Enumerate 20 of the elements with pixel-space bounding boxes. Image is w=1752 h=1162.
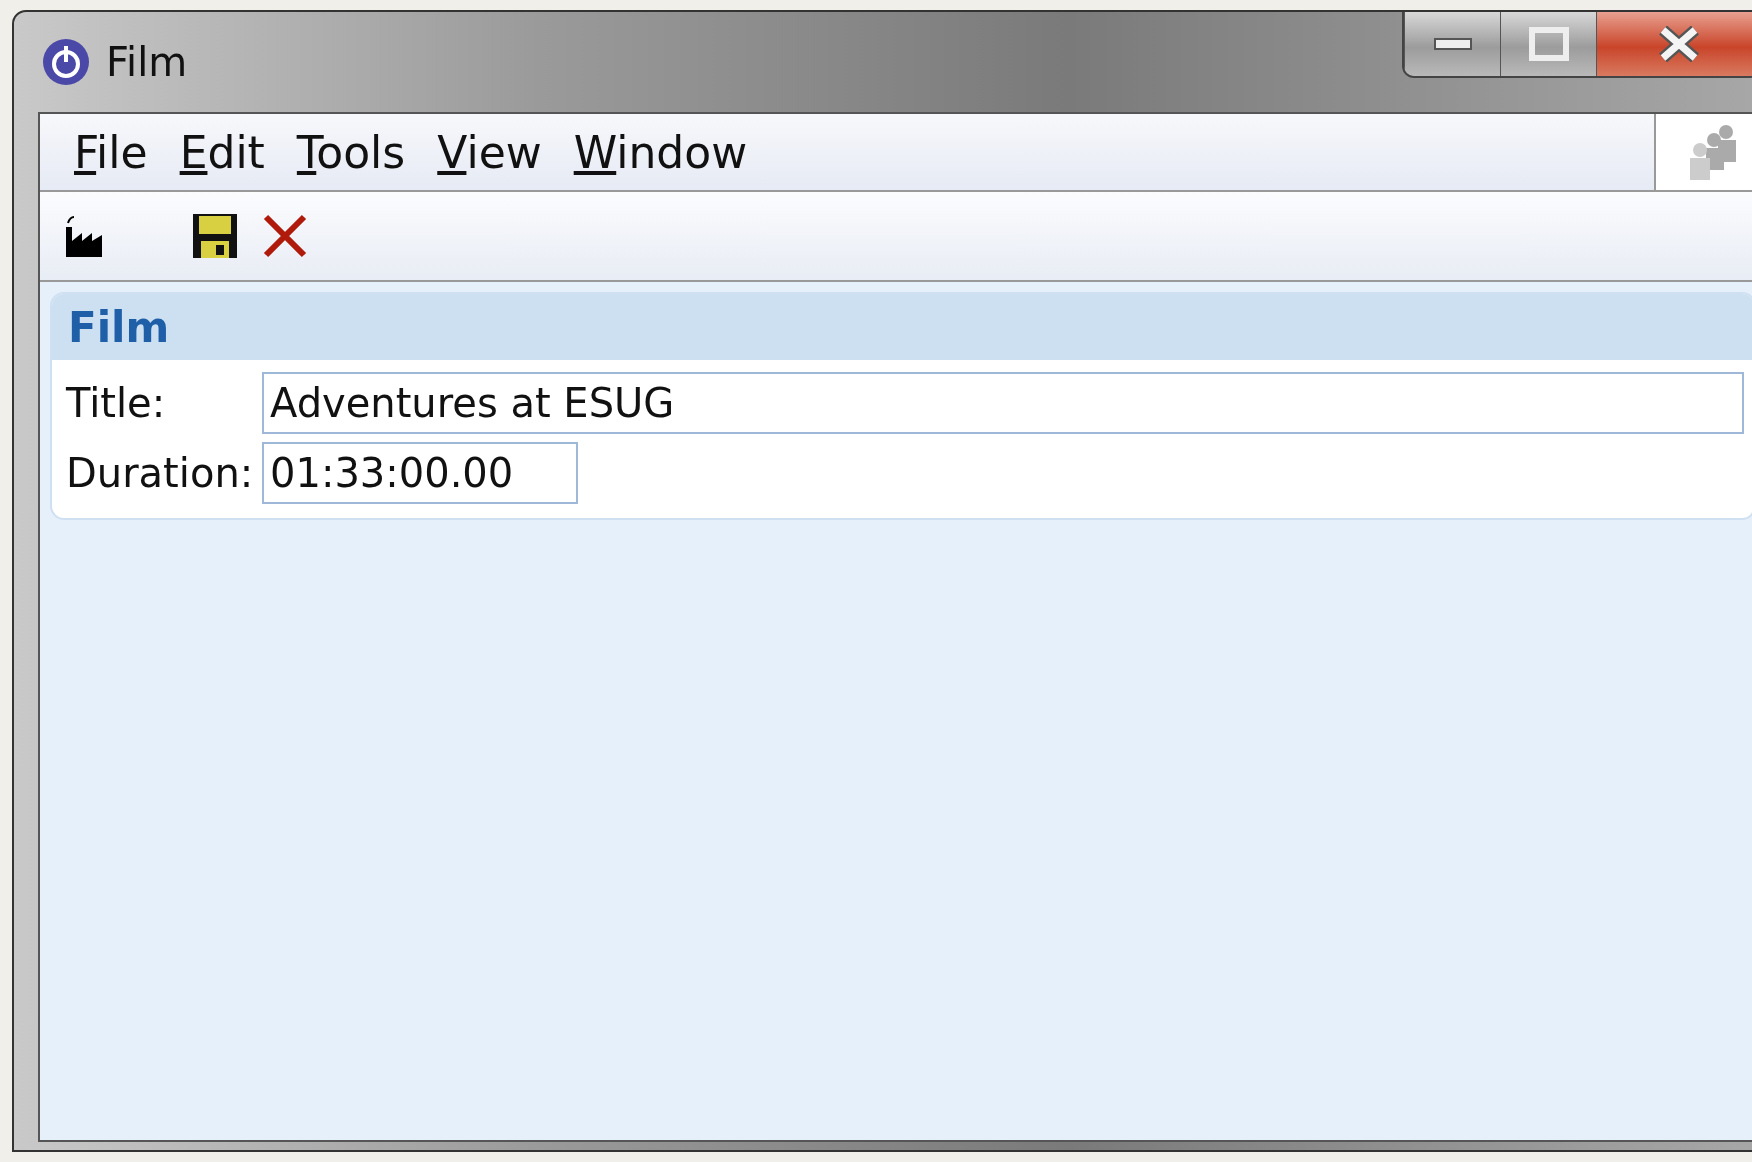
delete-x-icon xyxy=(262,213,308,259)
panel-title: Film xyxy=(68,302,170,352)
menu-item[interactable]: Edit xyxy=(171,126,273,178)
minimize-button[interactable] xyxy=(1404,12,1500,76)
field-label: Duration: xyxy=(66,450,255,496)
menu-item[interactable]: View xyxy=(429,126,550,178)
close-icon xyxy=(1656,26,1701,62)
field-label: Title: xyxy=(66,380,167,426)
menu-item[interactable]: Window xyxy=(565,126,756,178)
text-field[interactable]: 01:33:00.00 xyxy=(262,442,578,504)
app-logo-icon xyxy=(40,36,92,88)
maximize-icon xyxy=(1528,27,1569,61)
save-button[interactable] xyxy=(192,213,238,259)
minimize-icon xyxy=(1432,37,1473,51)
delete-button[interactable] xyxy=(262,213,308,259)
window-title: Film xyxy=(106,39,188,85)
close-button[interactable] xyxy=(1596,12,1752,76)
menu-item[interactable]: File xyxy=(66,126,156,178)
menu-item[interactable]: Tools xyxy=(288,126,414,178)
text-field[interactable]: Adventures at ESUG xyxy=(262,372,1744,434)
